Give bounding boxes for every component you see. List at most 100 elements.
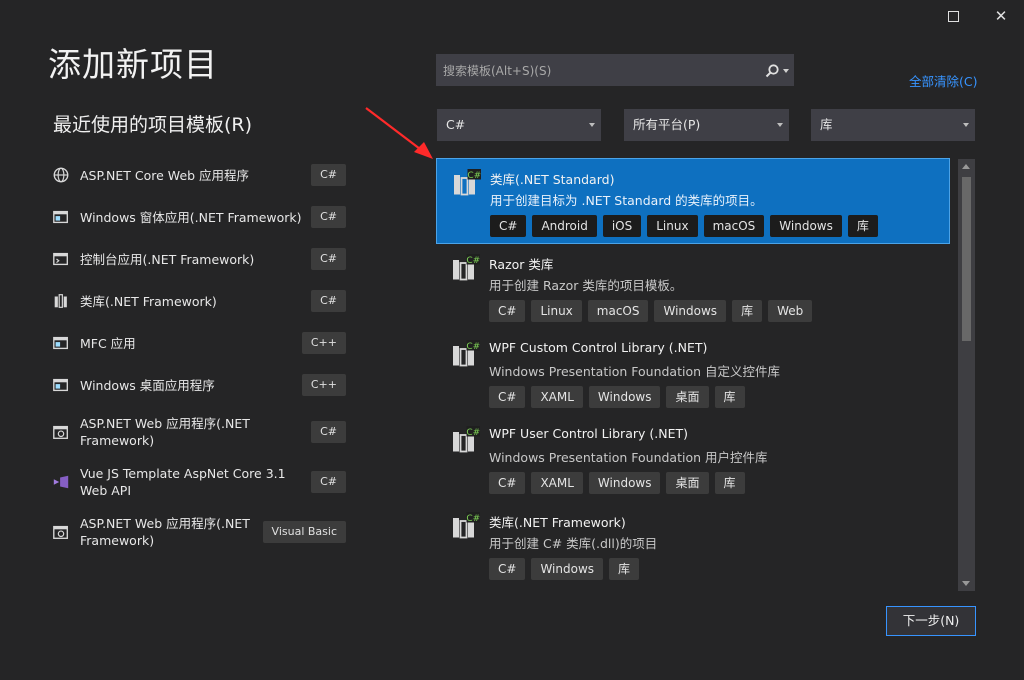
recent-template-label: ASP.NET Web 应用程序(.NET Framework) (80, 516, 250, 548)
wpf-custom-control-icon: C# (453, 340, 480, 367)
template-tag: Linux (647, 215, 698, 237)
recent-template-item[interactable]: MFC 应用 C++ (52, 332, 346, 354)
recent-template-label: Windows 桌面应用程序 (80, 377, 215, 393)
scrollbar-thumb[interactable] (962, 177, 971, 341)
vs-icon (53, 475, 69, 489)
close-icon: ✕ (994, 7, 1008, 25)
recent-template-label: MFC 应用 (80, 335, 136, 351)
language-dropdown[interactable]: C# (437, 109, 601, 141)
template-tag: Linux (531, 300, 582, 322)
template-tag: C# (489, 558, 526, 580)
web-app-icon (53, 425, 68, 439)
recent-template-label: 控制台应用(.NET Framework) (80, 251, 255, 267)
template-name: WPF Custom Control Library (.NET) (489, 340, 708, 355)
template-tag: Windows (654, 300, 727, 322)
language-badge: C# (311, 421, 346, 443)
template-tag: iOS (602, 215, 642, 237)
template-tag: C# (489, 472, 526, 494)
template-list-scrollbar[interactable] (958, 159, 975, 591)
template-item[interactable]: C# WPF User Control Library (.NET) Windows… (436, 416, 950, 502)
template-tag: Windows (588, 386, 661, 408)
desktop-app-icon (53, 378, 68, 392)
template-tag: Windows (531, 558, 604, 580)
chevron-down-icon (963, 123, 969, 127)
template-name: 类库(.NET Framework) (489, 515, 626, 530)
svg-text:C#: C# (466, 342, 480, 352)
library-icon (54, 294, 67, 308)
template-description: Windows Presentation Foundation 自定义控件库 (489, 364, 780, 379)
recent-template-item[interactable]: 类库(.NET Framework) C# (52, 290, 346, 312)
language-badge: C++ (301, 332, 346, 354)
razor-library-icon: C# (453, 254, 480, 281)
svg-text:C#: C# (467, 171, 481, 181)
template-tag: C# (489, 300, 526, 322)
recent-template-item[interactable]: ASP.NET Web 应用程序(.NET Framework) Visual B… (52, 516, 346, 548)
class-library-icon: C# (454, 169, 481, 196)
template-tag: macOS (703, 215, 765, 237)
template-tags: C# Windows 库 (489, 558, 640, 580)
clear-all-link[interactable]: 全部清除(C) (909, 71, 977, 90)
scroll-up-icon[interactable] (962, 164, 970, 169)
annotation-arrow-icon (365, 107, 433, 159)
recent-template-item[interactable]: ASP.NET Core Web 应用程序 C# (52, 164, 346, 186)
project-type-dropdown-value: 库 (820, 117, 833, 132)
language-badge: C# (311, 290, 346, 312)
template-tags: C# Android iOS Linux macOS Windows 库 (490, 215, 878, 237)
next-button[interactable]: 下一步(N) (886, 606, 976, 636)
recent-template-item[interactable]: ASP.NET Web 应用程序(.NET Framework) C# (52, 416, 346, 448)
template-tag: 库 (847, 215, 878, 237)
language-badge: C# (311, 206, 346, 228)
project-type-dropdown[interactable]: 库 (811, 109, 975, 141)
recent-template-label: 类库(.NET Framework) (80, 293, 217, 309)
search-icon[interactable] (764, 63, 780, 79)
language-badge: Visual Basic (262, 521, 346, 543)
template-description: 用于创建 C# 类库(.dll)的项目 (489, 536, 658, 551)
template-tag: XAML (531, 472, 583, 494)
template-tag: 库 (714, 386, 745, 408)
recent-template-item[interactable]: 控制台应用(.NET Framework) C# (52, 248, 346, 270)
template-tags: C# XAML Windows 桌面库 (489, 386, 745, 408)
template-tag: 库 (609, 558, 640, 580)
maximize-icon (947, 10, 959, 22)
search-box[interactable] (436, 54, 794, 87)
template-tag: 桌面 (666, 472, 709, 494)
maximize-button[interactable] (941, 4, 965, 28)
template-tag: 库 (714, 472, 745, 494)
template-item[interactable]: C# 类库(.NET Framework) 用于创建 C# 类库(.dll)的项目 C… (436, 502, 950, 588)
template-name: 类库(.NET Standard) (490, 172, 615, 187)
chevron-down-icon (777, 123, 783, 127)
template-tag: Web (768, 300, 813, 322)
template-tag: Android (532, 215, 597, 237)
recent-template-item[interactable]: Windows 桌面应用程序 C++ (52, 374, 346, 396)
close-button[interactable]: ✕ (989, 4, 1013, 28)
recent-template-label: ASP.NET Core Web 应用程序 (80, 167, 250, 183)
template-item[interactable]: C# 类库(.NET Standard) 用于创建目标为 .NET Standard… (436, 158, 950, 244)
page-title: 添加新项目 (48, 45, 218, 84)
template-tags: C# XAML Windows 桌面库 (489, 472, 745, 494)
template-tag: C# (489, 386, 526, 408)
platform-dropdown[interactable]: 所有平台(P) (624, 109, 789, 141)
recent-template-label: Windows 窗体应用(.NET Framework) (80, 209, 302, 225)
class-library-icon: C# (453, 512, 480, 539)
svg-text:C#: C# (466, 428, 480, 438)
recent-template-label: Vue JS Template AspNet Core 3.1 Web API (80, 466, 286, 498)
template-tag: 桌面 (666, 386, 709, 408)
language-badge: C++ (301, 374, 346, 396)
search-input[interactable] (441, 55, 745, 87)
mfc-icon (53, 336, 68, 350)
template-tags: C# Linux macOS Windows 库 Web (489, 300, 813, 322)
language-dropdown-value: C# (446, 117, 466, 132)
web-app-icon (53, 525, 68, 539)
template-description: Windows Presentation Foundation 用户控件库 (489, 450, 768, 465)
chevron-down-icon (589, 123, 595, 127)
template-name: Razor 类库 (489, 257, 554, 272)
template-item[interactable]: C# Razor 类库 用于创建 Razor 类库的项目模板。 C# Linux macO… (436, 244, 950, 330)
recent-template-item[interactable]: Windows 窗体应用(.NET Framework) C# (52, 206, 346, 228)
template-item[interactable]: C# WPF Custom Control Library (.NET) Windo… (436, 330, 950, 416)
recent-template-item[interactable]: Vue JS Template AspNet Core 3.1 Web API C… (52, 466, 346, 498)
language-badge: C# (311, 471, 346, 493)
template-tag: XAML (531, 386, 583, 408)
recent-template-label: ASP.NET Web 应用程序(.NET Framework) (80, 416, 250, 448)
search-options-icon[interactable] (783, 69, 789, 73)
scroll-down-icon[interactable] (962, 581, 970, 586)
